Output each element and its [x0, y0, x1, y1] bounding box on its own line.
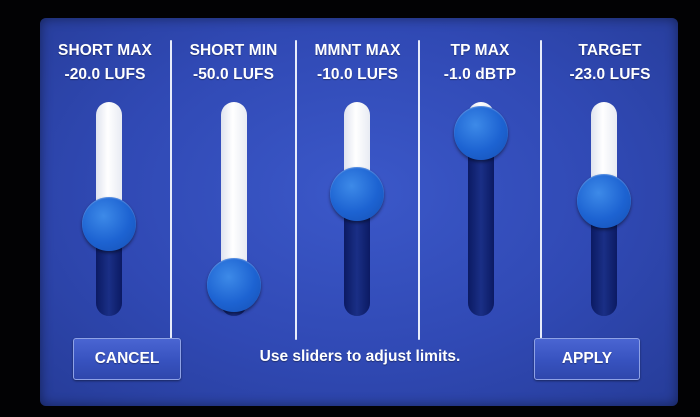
- slider-title: TP MAX: [450, 42, 510, 59]
- slider-title: TARGET: [578, 42, 642, 59]
- slider-column-short-max: SHORT MAX -20.0 LUFS: [40, 18, 170, 338]
- cancel-button[interactable]: CANCEL: [73, 338, 181, 380]
- slider-value: -1.0 dBTP: [443, 66, 517, 83]
- slider-column-tp-max: TP MAX -1.0 dBTP: [420, 18, 540, 338]
- slider-knob[interactable]: [577, 174, 631, 229]
- slider-value: -20.0 LUFS: [64, 66, 146, 83]
- slider-title: MMNT MAX: [314, 42, 401, 59]
- slider-track-remainder: [468, 133, 494, 316]
- slider-knob[interactable]: [330, 166, 384, 221]
- slider-value: -23.0 LUFS: [569, 66, 651, 83]
- instruction-text: Use sliders to adjust limits.: [259, 348, 461, 365]
- slider-column-target: TARGET -23.0 LUFS: [542, 18, 678, 338]
- slider-column-mmnt-max: MMNT MAX -10.0 LUFS: [297, 18, 418, 338]
- slider-knob[interactable]: [454, 106, 508, 160]
- slider-value: -50.0 LUFS: [192, 66, 275, 83]
- loudness-limits-panel: SHORT MAX -20.0 LUFS SHORT MIN -50.0 LUF…: [40, 18, 678, 406]
- apply-button[interactable]: APPLY: [534, 338, 640, 380]
- slider-title: SHORT MIN: [189, 42, 278, 59]
- slider-knob[interactable]: [207, 258, 261, 312]
- slider-knob[interactable]: [82, 197, 136, 252]
- slider-title: SHORT MAX: [58, 42, 152, 59]
- slider-column-short-min: SHORT MIN -50.0 LUFS: [172, 18, 295, 338]
- slider-value: -10.0 LUFS: [316, 66, 399, 83]
